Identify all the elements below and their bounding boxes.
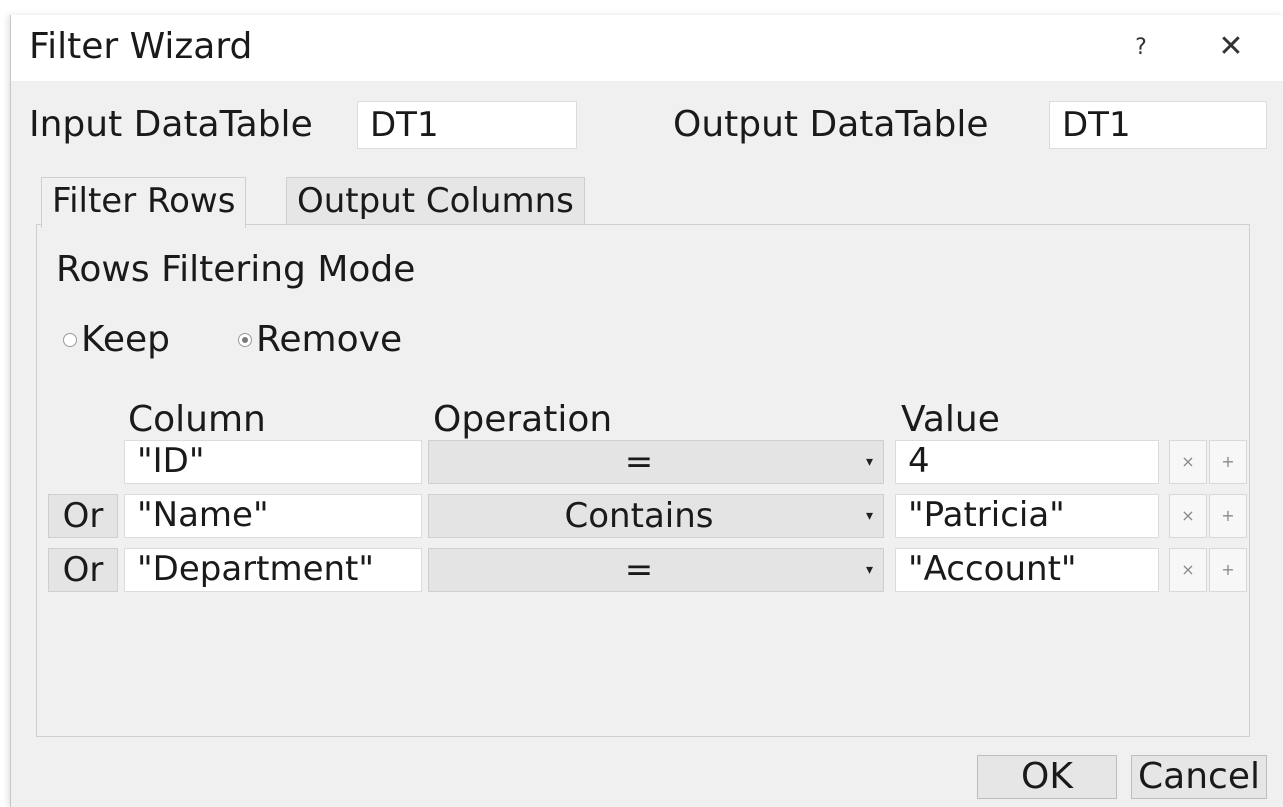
row-2-operation-value: Contains [564, 496, 714, 536]
keep-radio-label: Keep [81, 319, 170, 360]
ok-button[interactable]: OK [977, 755, 1117, 799]
row-2-add-button[interactable]: + [1209, 494, 1247, 538]
row-2-value-field[interactable]: "Patricia" [895, 494, 1159, 538]
rows-filtering-mode-label: Rows Filtering Mode [56, 249, 416, 290]
input-datatable-field[interactable]: DT1 [357, 101, 577, 149]
row-3-operation-value: = [624, 550, 654, 590]
input-datatable-label: Input DataTable [29, 104, 313, 145]
row-1-remove-button[interactable]: × [1169, 440, 1207, 484]
row-1-add-button[interactable]: + [1209, 440, 1247, 484]
row-2-remove-button[interactable]: × [1169, 494, 1207, 538]
row-3-add-button[interactable]: + [1209, 548, 1247, 592]
row-3-value-field[interactable]: "Account" [895, 548, 1159, 592]
window-title: Filter Wizard [29, 26, 253, 67]
value-header: Value [901, 399, 1000, 440]
row-3-column-field[interactable]: "Department" [124, 548, 422, 592]
row-1-operation-dropdown[interactable]: = ▾ [428, 440, 884, 484]
row-1-value-field[interactable]: 4 [895, 440, 1159, 484]
remove-radio[interactable] [238, 333, 252, 347]
row-2-or-button[interactable]: Or [48, 494, 118, 538]
row-1-column-field[interactable]: "ID" [124, 440, 422, 484]
close-button[interactable]: ✕ [1211, 27, 1251, 67]
chevron-down-icon: ▾ [865, 562, 873, 578]
tab-filter-rows[interactable]: Filter Rows [41, 177, 247, 228]
row-3-or-button[interactable]: Or [48, 548, 118, 592]
row-1-operation-value: = [624, 442, 654, 482]
row-2-operation-dropdown[interactable]: Contains ▾ [428, 494, 884, 538]
title-bar: Filter Wizard ? ✕ [11, 15, 1283, 81]
cancel-button[interactable]: Cancel [1131, 755, 1267, 799]
tab-output-columns[interactable]: Output Columns [286, 177, 585, 225]
column-header: Column [128, 399, 266, 440]
operation-header: Operation [433, 399, 613, 440]
row-3-operation-dropdown[interactable]: = ▾ [428, 548, 884, 592]
chevron-down-icon: ▾ [865, 454, 873, 470]
row-3-remove-button[interactable]: × [1169, 548, 1207, 592]
remove-radio-label: Remove [256, 319, 403, 360]
filter-wizard-dialog: Filter Wizard ? ✕ Input DataTable DT1 Ou… [10, 15, 1283, 807]
help-button[interactable]: ? [1126, 31, 1156, 65]
keep-radio[interactable] [63, 333, 77, 347]
chevron-down-icon: ▾ [865, 508, 873, 524]
row-2-column-field[interactable]: "Name" [124, 494, 422, 538]
output-datatable-field[interactable]: DT1 [1049, 101, 1267, 149]
output-datatable-label: Output DataTable [673, 104, 989, 145]
